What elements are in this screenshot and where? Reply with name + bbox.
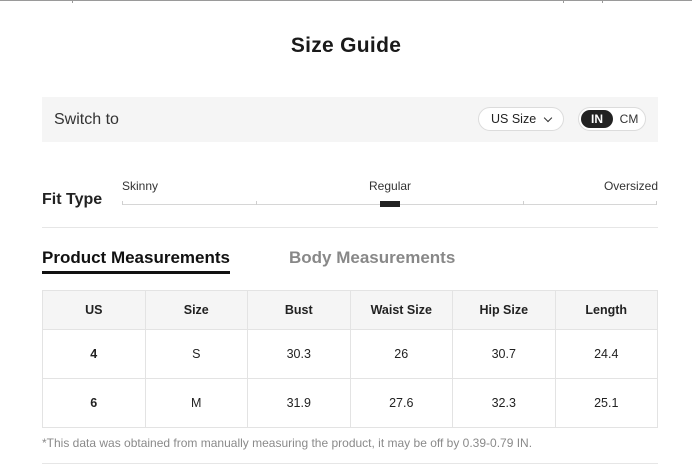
table-cell-size: M — [144, 378, 248, 428]
top-border-tick — [602, 0, 603, 3]
fit-selected-marker — [380, 201, 400, 207]
fit-option-oversized[interactable]: Oversized — [604, 179, 658, 193]
table-cell-hip: 30.7 — [452, 329, 556, 379]
fit-option-regular[interactable]: Regular — [369, 179, 411, 193]
page-title: Size Guide — [290, 34, 402, 57]
fit-scale-tick — [122, 201, 123, 205]
unit-in-button[interactable]: IN — [581, 110, 613, 128]
column-header-us: US — [42, 290, 146, 330]
column-header-size: Size — [144, 290, 248, 330]
column-header-waist: Waist Size — [349, 290, 453, 330]
table-cell-length: 25.1 — [554, 378, 658, 428]
unit-cm-button[interactable]: CM — [617, 110, 641, 128]
unit-toggle: IN CM — [578, 107, 646, 131]
table-cell-waist: 26 — [349, 329, 453, 379]
column-header-hip: Hip Size — [452, 290, 556, 330]
measurement-disclaimer: *This data was obtained from manually me… — [42, 436, 533, 450]
top-border-tick — [563, 0, 564, 3]
measurements-table: US Size Bust Waist Size Hip Size Length … — [42, 290, 658, 428]
table-row: 4 S 30.3 26 30.7 24.4 — [42, 329, 658, 379]
tab-body-measurements[interactable]: Body Measurements — [289, 248, 455, 268]
fit-scale-tick — [523, 201, 524, 205]
tab-product-measurements[interactable]: Product Measurements — [42, 248, 230, 274]
table-cell-us: 4 — [42, 329, 146, 379]
table-cell-us: 6 — [42, 378, 146, 428]
bottom-divider — [42, 463, 658, 464]
table-cell-size: S — [144, 329, 248, 379]
table-cell-length: 24.4 — [554, 329, 658, 379]
table-header-row: US Size Bust Waist Size Hip Size Length — [42, 290, 658, 330]
table-cell-bust: 31.9 — [247, 378, 351, 428]
table-cell-bust: 30.3 — [247, 329, 351, 379]
column-header-length: Length — [554, 290, 658, 330]
column-header-bust: Bust — [247, 290, 351, 330]
fit-scale-tick — [256, 201, 257, 205]
switch-label: Switch to — [54, 111, 119, 128]
fit-option-skinny[interactable]: Skinny — [122, 179, 158, 193]
top-border-tick — [72, 0, 73, 3]
fit-type-label: Fit Type — [42, 191, 103, 208]
fit-scale-tick — [656, 201, 657, 205]
chevron-down-icon — [543, 113, 553, 122]
table-cell-waist: 27.6 — [349, 378, 453, 428]
switch-bar: Switch to US Size IN CM — [42, 97, 658, 142]
section-divider — [42, 227, 658, 228]
size-system-value: US Size — [491, 112, 537, 126]
table-row: 6 M 31.9 27.6 32.3 25.1 — [42, 378, 658, 428]
size-system-dropdown[interactable]: US Size — [478, 107, 564, 131]
top-border — [0, 0, 692, 1]
table-cell-hip: 32.3 — [452, 378, 556, 428]
